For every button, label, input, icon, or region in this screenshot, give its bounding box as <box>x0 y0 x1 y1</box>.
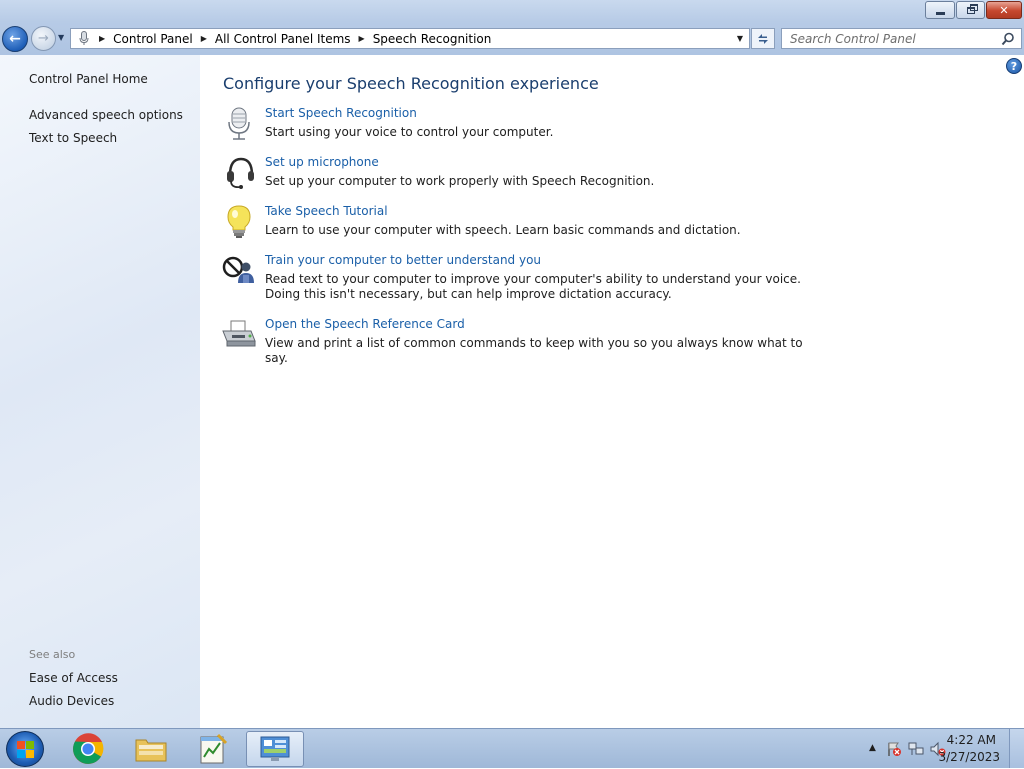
task-description: View and print a list of common commands… <box>265 336 803 365</box>
sidebar: Control Panel Home Advanced speech optio… <box>0 55 200 728</box>
clock-time[interactable]: 4:22 AM <box>947 733 996 747</box>
search-box[interactable] <box>781 28 1022 49</box>
breadcrumb-speech-recognition[interactable]: Speech Recognition <box>373 32 492 46</box>
main-content: ? Configure your Speech Recognition expe… <box>200 55 1024 728</box>
file-explorer-icon <box>135 739 167 762</box>
address-dropdown-button[interactable]: ▼ <box>731 29 749 48</box>
taskbar: ▲ 4:22 AM 3/27/2023 <box>0 728 1024 768</box>
breadcrumb-separator-icon[interactable]: ▶ <box>99 34 105 43</box>
recent-pages-dropdown[interactable]: ▼ <box>58 33 64 42</box>
search-input[interactable] <box>788 30 992 47</box>
open-speech-reference-card-link[interactable]: Open the Speech Reference Card <box>265 317 465 331</box>
minimize-button[interactable] <box>925 1 955 19</box>
taskbar-notepad[interactable] <box>187 731 239 767</box>
help-icon[interactable]: ? <box>1006 58 1022 74</box>
see-also-audio-devices[interactable]: Audio Devices <box>29 694 114 708</box>
sidebar-item-advanced-speech-options[interactable]: Advanced speech options <box>29 108 183 122</box>
navigation-bar: ← → ▼ ▶ Control Panel ▶ All Control Pane… <box>0 22 1024 55</box>
task-description: Read text to your computer to improve yo… <box>265 272 801 301</box>
set-up-microphone-link[interactable]: Set up microphone <box>265 155 379 169</box>
breadcrumb-control-panel[interactable]: Control Panel <box>113 32 193 46</box>
breadcrumb-separator-icon[interactable]: ▶ <box>201 34 207 43</box>
chrome-icon <box>73 733 104 764</box>
breadcrumb-separator-icon[interactable]: ▶ <box>359 34 365 43</box>
page-title: Configure your Speech Recognition experi… <box>223 74 599 93</box>
speech-recognition-icon <box>77 31 91 47</box>
control-panel-icon <box>260 736 290 761</box>
microphone-icon <box>220 106 258 142</box>
notepad-icon <box>200 733 228 764</box>
restore-icon <box>966 3 978 14</box>
restore-button[interactable] <box>956 1 985 19</box>
system-tray: ▲ 4:22 AM 3/27/2023 <box>844 729 1024 769</box>
task-description: Start using your voice to control your c… <box>265 125 554 139</box>
start-speech-recognition-link[interactable]: Start Speech Recognition <box>265 106 417 120</box>
network-icon[interactable] <box>908 741 924 757</box>
printer-icon <box>220 317 258 353</box>
back-button[interactable]: ← <box>2 26 28 52</box>
windows-logo-icon <box>17 741 35 759</box>
take-speech-tutorial-link[interactable]: Take Speech Tutorial <box>265 204 388 218</box>
forward-arrow-icon: → <box>38 31 49 46</box>
address-bar[interactable]: ▶ Control Panel ▶ All Control Panel Item… <box>70 28 750 49</box>
sidebar-item-text-to-speech[interactable]: Text to Speech <box>29 131 117 145</box>
lightbulb-icon <box>220 204 258 240</box>
breadcrumb-all-items[interactable]: All Control Panel Items <box>215 32 351 46</box>
title-bar: ✕ <box>0 0 1024 22</box>
train-computer-link[interactable]: Train your computer to better understand… <box>265 253 541 267</box>
refresh-button[interactable] <box>751 28 775 49</box>
show-hidden-icons-button[interactable]: ▲ <box>869 743 876 753</box>
start-button[interactable] <box>6 731 44 767</box>
close-icon: ✕ <box>999 3 1009 17</box>
show-desktop-button[interactable] <box>1009 729 1024 768</box>
see-also-ease-of-access[interactable]: Ease of Access <box>29 671 118 685</box>
task-description: Learn to use your computer with speech. … <box>265 223 741 237</box>
action-center-icon[interactable] <box>886 741 902 757</box>
train-voice-icon <box>220 253 258 289</box>
close-button[interactable]: ✕ <box>986 1 1022 19</box>
search-icon[interactable] <box>1001 32 1015 46</box>
taskbar-chrome[interactable] <box>62 731 114 767</box>
sidebar-item-control-panel-home[interactable]: Control Panel Home <box>29 72 148 86</box>
refresh-icon <box>758 33 768 44</box>
see-also-heading: See also <box>29 648 76 661</box>
headset-icon <box>220 155 258 191</box>
forward-button[interactable]: → <box>31 26 56 51</box>
taskbar-file-explorer[interactable] <box>125 731 177 767</box>
chevron-down-icon: ▼ <box>736 34 744 43</box>
minimize-icon <box>935 11 945 15</box>
task-description: Set up your computer to work properly wi… <box>265 174 655 188</box>
taskbar-control-panel[interactable] <box>246 731 304 767</box>
back-arrow-icon: ← <box>9 31 21 47</box>
clock-date[interactable]: 3/27/2023 <box>938 750 1000 764</box>
